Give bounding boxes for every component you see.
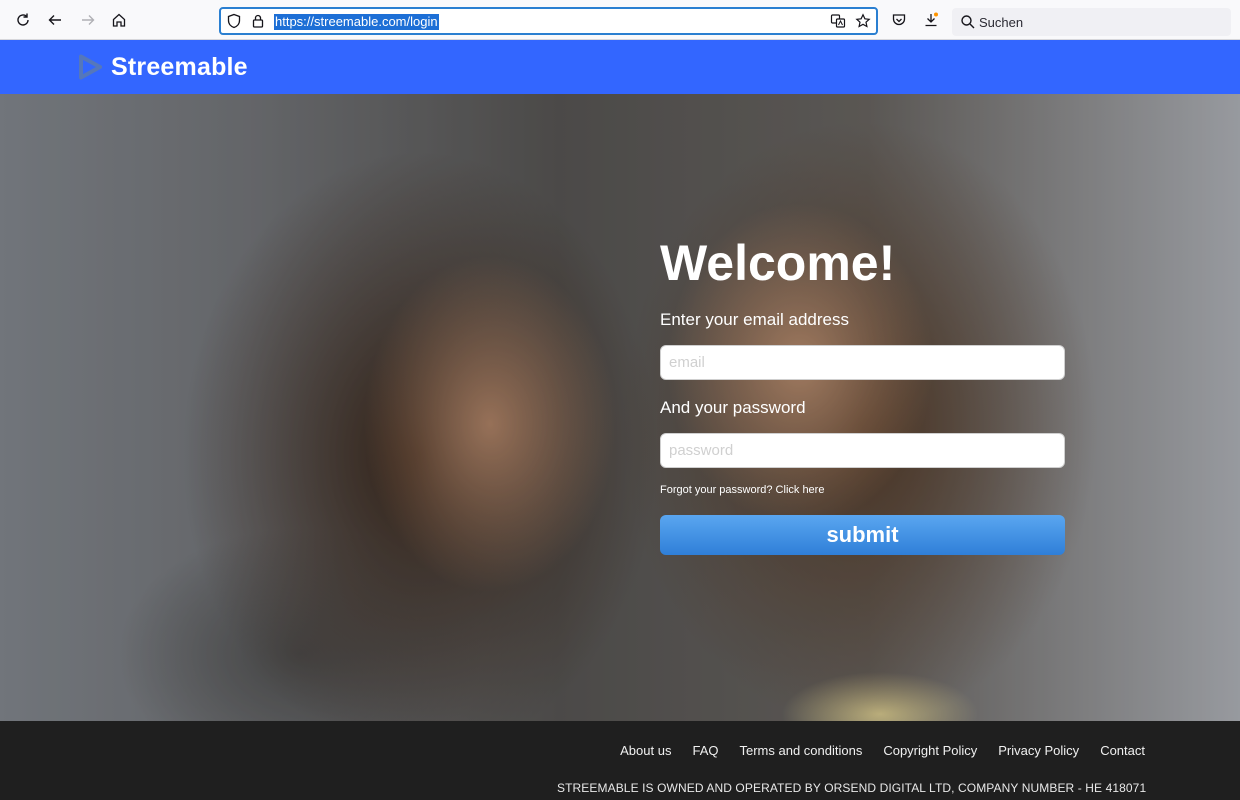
- site-footer: About us FAQ Terms and conditions Copyri…: [0, 721, 1240, 800]
- reload-icon[interactable]: [11, 8, 35, 32]
- email-field[interactable]: [660, 345, 1065, 380]
- download-icon[interactable]: [919, 8, 943, 32]
- search-icon: [960, 14, 976, 30]
- footer-nav: About us FAQ Terms and conditions Copyri…: [599, 743, 1145, 758]
- search-placeholder: Suchen: [979, 15, 1024, 30]
- play-logo-icon[interactable]: [76, 53, 104, 81]
- home-icon[interactable]: [107, 8, 131, 32]
- bookmark-star-icon[interactable]: [855, 13, 871, 29]
- footer-link-terms[interactable]: Terms and conditions: [739, 743, 862, 758]
- welcome-heading: Welcome!: [660, 235, 896, 291]
- back-icon[interactable]: [43, 8, 67, 32]
- password-field[interactable]: [660, 433, 1065, 468]
- footer-link-copyright[interactable]: Copyright Policy: [883, 743, 977, 758]
- email-label: Enter your email address: [660, 310, 849, 329]
- forgot-password-link[interactable]: Forgot your password? Click here: [660, 484, 824, 496]
- footer-link-faq[interactable]: FAQ: [692, 743, 718, 758]
- footer-legal-text: STREEMABLE IS OWNED AND OPERATED BY ORSE…: [557, 781, 1147, 795]
- hero-background-photo: Welcome! Enter your email address And yo…: [0, 94, 1240, 721]
- translate-icon[interactable]: [830, 13, 846, 29]
- footer-link-contact[interactable]: Contact: [1100, 743, 1145, 758]
- footer-link-privacy[interactable]: Privacy Policy: [998, 743, 1079, 758]
- site-header: Streemable: [0, 40, 1240, 94]
- password-label: And your password: [660, 398, 806, 417]
- shield-icon[interactable]: [226, 13, 242, 29]
- forward-icon[interactable]: [76, 8, 100, 32]
- lock-icon[interactable]: [250, 13, 266, 29]
- footer-link-about[interactable]: About us: [620, 743, 671, 758]
- browser-toolbar: https://streemable.com/login Suchen: [0, 0, 1240, 40]
- search-bar[interactable]: Suchen: [952, 8, 1231, 36]
- url-text[interactable]: https://streemable.com/login: [274, 14, 439, 30]
- pocket-icon[interactable]: [887, 8, 911, 32]
- address-bar[interactable]: https://streemable.com/login: [219, 7, 878, 35]
- brand-name[interactable]: Streemable: [111, 53, 248, 82]
- submit-button[interactable]: submit: [660, 515, 1065, 555]
